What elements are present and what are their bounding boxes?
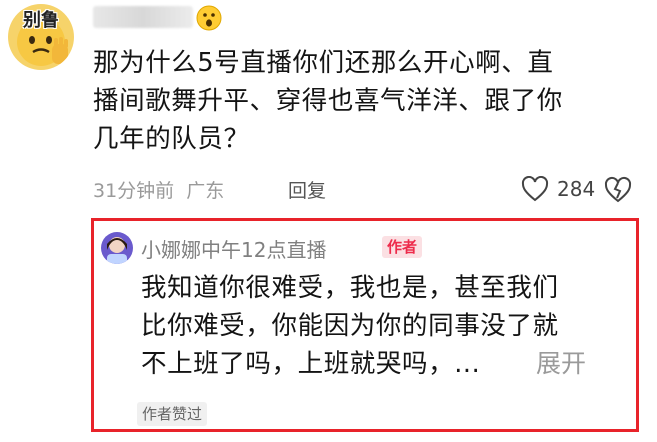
reply-button[interactable]: 回复 (288, 174, 326, 204)
heart-outline-icon (521, 176, 549, 202)
like-count: 284 (557, 177, 596, 201)
comment-time: 31分钟前 (93, 179, 175, 202)
reply-avatar[interactable] (101, 232, 133, 264)
comment-text: 那为什么5号直播你们还那么开心啊、直 播间歌舞升平、穿得也喜气洋洋、跟了你 几年… (93, 48, 563, 154)
surprised-emoji-icon (196, 5, 222, 31)
expand-link[interactable]: 展开 (536, 345, 586, 383)
avatar-sticker-text: 别鲁 (23, 10, 59, 31)
blurred-username[interactable] (93, 6, 193, 28)
broken-heart-icon[interactable] (603, 176, 633, 204)
comment-meta: 31分钟前 广东 (93, 174, 224, 204)
comment-region: 广东 (186, 179, 225, 202)
like-button[interactable]: 284 (521, 174, 595, 204)
author-liked-tag: 作者赞过 (137, 402, 208, 426)
author-badge: 作者 (382, 236, 423, 258)
reply-username[interactable]: 小娜娜中午12点直播 (141, 234, 326, 263)
